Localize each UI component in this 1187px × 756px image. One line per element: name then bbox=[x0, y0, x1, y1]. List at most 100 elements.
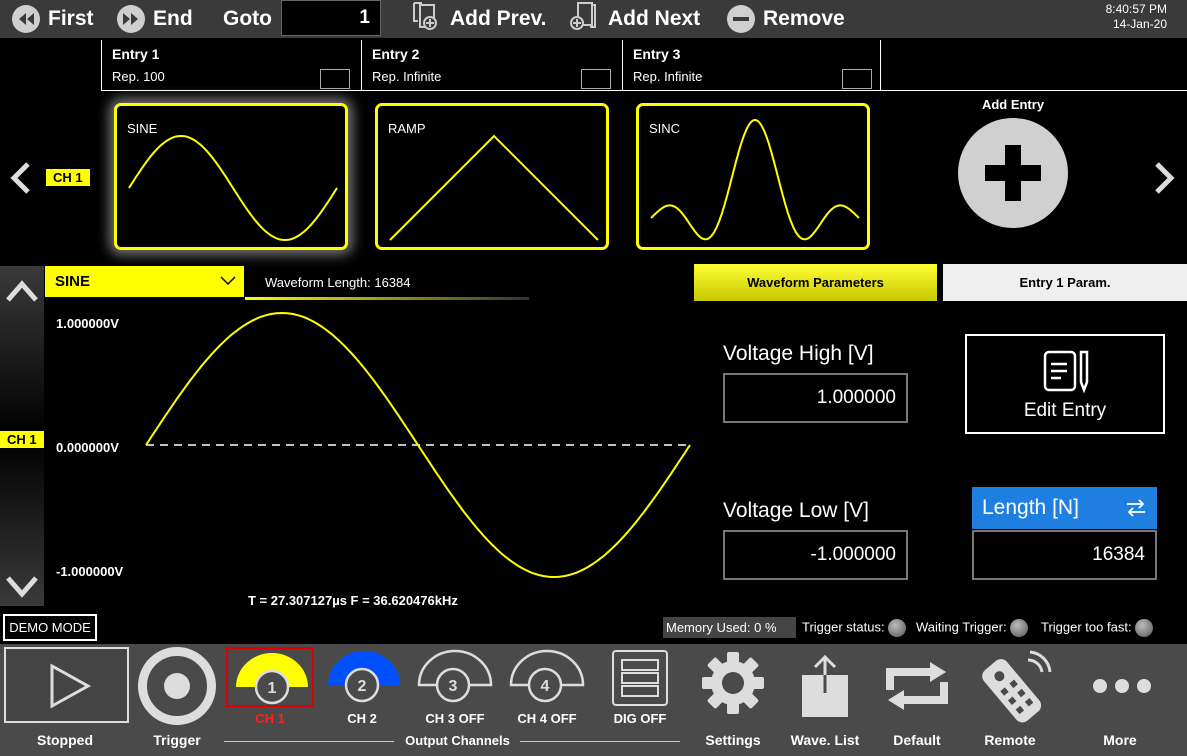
sine-thumb-plot bbox=[128, 134, 338, 242]
entry-checkbox[interactable] bbox=[581, 69, 611, 89]
entry-divider bbox=[880, 40, 881, 90]
channel-2-icon: 2 bbox=[328, 651, 400, 703]
more-button[interactable] bbox=[1092, 676, 1152, 696]
end-label: End bbox=[153, 7, 193, 30]
plus-icon bbox=[985, 145, 1041, 201]
entry-header-2[interactable]: Entry 2 Rep. Infinite bbox=[361, 40, 621, 90]
entry-title: Entry 3 bbox=[633, 46, 681, 62]
wave-list-button[interactable] bbox=[800, 653, 850, 719]
waveform-select[interactable]: SINE bbox=[45, 266, 244, 297]
chevron-up-icon bbox=[6, 280, 38, 302]
prev-entries-arrow[interactable] bbox=[8, 160, 32, 201]
output-channels-label: Output Channels bbox=[405, 733, 510, 748]
ramp-thumb-plot bbox=[389, 134, 599, 241]
output-channels-line-right bbox=[520, 741, 680, 742]
next-entries-arrow[interactable] bbox=[1153, 160, 1177, 201]
repeat-icon bbox=[886, 662, 948, 710]
end-button[interactable]: End bbox=[117, 4, 193, 34]
tab-waveform-parameters[interactable]: Waveform Parameters bbox=[694, 264, 937, 301]
rewind-icon bbox=[12, 5, 40, 33]
entry-rep: Rep. Infinite bbox=[633, 69, 703, 84]
entry-thumb-ramp[interactable]: RAMP bbox=[375, 103, 609, 250]
settings-label: Settings bbox=[705, 732, 761, 748]
channel-1-icon: 1 bbox=[236, 653, 308, 705]
entry-rep: Rep. Infinite bbox=[372, 69, 442, 84]
length-input[interactable]: 16384 bbox=[972, 530, 1157, 580]
channel-2-number: 2 bbox=[358, 678, 367, 695]
channel-4-icon: 4 bbox=[509, 649, 585, 703]
add-prev-label: Add Prev. bbox=[450, 7, 547, 30]
entry-underline bbox=[101, 90, 1187, 91]
entry-thumb-sinc[interactable]: SINC bbox=[636, 103, 870, 250]
record-icon bbox=[164, 673, 190, 699]
remove-button[interactable]: Remove bbox=[727, 4, 845, 34]
channel-1-number: 1 bbox=[268, 680, 277, 697]
goto-label: Goto bbox=[223, 7, 272, 30]
trigger-too-fast-label: Trigger too fast: bbox=[1041, 619, 1132, 635]
waveform-plot bbox=[145, 311, 691, 579]
voltage-low-label: Voltage Low [V] bbox=[723, 499, 869, 522]
voltage-low-input[interactable]: -1.000000 bbox=[723, 530, 908, 580]
entry-header-1[interactable]: Entry 1 Rep. 100 bbox=[101, 40, 359, 90]
default-button[interactable] bbox=[882, 660, 952, 712]
voltage-high-input[interactable]: 1.000000 bbox=[723, 373, 908, 423]
clock-time: 8:40:57 PM bbox=[1105, 2, 1167, 16]
trigger-button[interactable] bbox=[138, 647, 216, 725]
edit-entry-button[interactable]: Edit Entry bbox=[965, 334, 1165, 434]
clock: 8:40:57 PM 14-Jan-20 bbox=[1106, 2, 1167, 32]
minus-icon bbox=[727, 5, 755, 33]
entry-header-3[interactable]: Entry 3 Rep. Infinite bbox=[622, 40, 880, 90]
channel-tag-top: CH 1 bbox=[46, 169, 90, 186]
channel-2-button[interactable]: 2 bbox=[326, 649, 402, 705]
chevron-down-icon bbox=[6, 576, 38, 598]
remote-label: Remote bbox=[984, 732, 1036, 748]
channel-1-button[interactable]: 1 bbox=[226, 647, 314, 707]
voltage-high-label: Voltage High [V] bbox=[723, 342, 874, 365]
clock-date: 14-Jan-20 bbox=[1112, 17, 1167, 31]
digital-channel-button[interactable] bbox=[612, 650, 668, 706]
length-label: Length [N] bbox=[982, 496, 1079, 519]
channel-3-number: 3 bbox=[449, 678, 458, 695]
more-label: More bbox=[1103, 732, 1137, 748]
add-next-label: Add Next bbox=[608, 7, 701, 30]
channel-4-button[interactable]: 4 bbox=[509, 649, 585, 705]
add-prev-icon bbox=[410, 1, 440, 37]
swap-arrows-icon bbox=[1127, 499, 1145, 517]
memory-used: Memory Used: 0 % bbox=[663, 617, 796, 638]
tab-entry-parameters[interactable]: Entry 1 Param. bbox=[943, 264, 1187, 301]
waiting-trigger-label: Waiting Trigger: bbox=[916, 619, 1007, 635]
run-stop-button[interactable] bbox=[4, 647, 129, 723]
add-next-button[interactable]: Add Next bbox=[568, 2, 701, 34]
first-button[interactable]: First bbox=[12, 4, 94, 34]
edit-document-icon bbox=[1043, 350, 1089, 394]
scroll-up-arrow[interactable] bbox=[4, 278, 40, 309]
add-prev-button[interactable]: Add Prev. bbox=[410, 1, 547, 37]
y-max-label: 1.000000V bbox=[56, 316, 119, 331]
entry-checkbox[interactable] bbox=[320, 69, 350, 89]
dig-label: DIG OFF bbox=[613, 711, 667, 726]
remote-button[interactable] bbox=[968, 648, 1054, 724]
settings-button[interactable] bbox=[700, 650, 766, 716]
trigger-label: Trigger bbox=[153, 732, 201, 748]
fast-forward-icon bbox=[117, 5, 145, 33]
period-frequency: T = 27.307127µs F = 36.620476kHz bbox=[248, 593, 458, 608]
length-header[interactable]: Length [N] bbox=[972, 487, 1157, 529]
sinc-thumb-plot bbox=[650, 118, 860, 241]
entry-checkbox[interactable] bbox=[842, 69, 872, 89]
waiting-trigger-light bbox=[1009, 619, 1028, 637]
trigger-status: Trigger status: bbox=[802, 619, 906, 637]
wave-list-label: Wave. List bbox=[790, 732, 860, 748]
add-entry-button[interactable] bbox=[958, 118, 1068, 228]
output-channels-line-left bbox=[224, 741, 394, 742]
y-min-label: -1.000000V bbox=[56, 564, 124, 579]
add-entry-label: Add Entry bbox=[981, 97, 1045, 112]
channel-3-button[interactable]: 3 bbox=[417, 649, 493, 705]
goto-input[interactable]: 1 bbox=[281, 0, 381, 36]
demo-mode-badge: DEMO MODE bbox=[3, 614, 97, 641]
digital-chip-icon bbox=[621, 659, 659, 697]
entry-title: Entry 2 bbox=[372, 46, 420, 62]
scroll-down-arrow[interactable] bbox=[4, 574, 40, 605]
stopped-label: Stopped bbox=[37, 732, 93, 748]
ch1-label: CH 1 bbox=[255, 711, 285, 726]
entry-thumb-sine[interactable]: SINE bbox=[114, 103, 348, 250]
